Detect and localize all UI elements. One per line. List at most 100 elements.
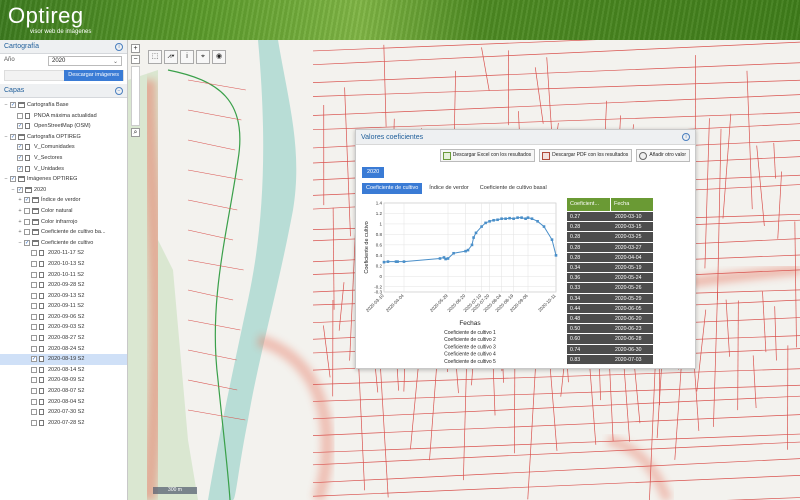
capas-panel-header[interactable]: Capas − [0,84,127,98]
select-tool-icon[interactable]: ⬚ [148,50,162,64]
expand-icon[interactable]: + [17,227,23,237]
layer-checkbox[interactable] [31,345,37,352]
expand-icon[interactable]: + [17,195,23,205]
layer-checkbox[interactable]: ✓ [10,133,16,140]
collapse-icon[interactable]: − [10,185,16,195]
layer-checkbox[interactable]: ✓ [17,123,23,130]
year-tab-2020[interactable]: 2020 [362,167,385,178]
layer-checkbox[interactable] [24,229,30,236]
info-icon[interactable]: i [682,133,690,141]
table-row[interactable]: 0.74 2020-06-30 [567,343,653,354]
layer-checkbox[interactable]: ✓ [17,144,23,151]
layer-checkbox[interactable]: ✓ [17,165,23,172]
table-row[interactable]: 0.44 2020-06-05 [567,302,653,313]
layer-item[interactable]: 2020-10-11 S2 [0,270,127,281]
expand-icon[interactable]: + [17,217,23,227]
layer-checkbox[interactable] [31,271,37,278]
info-tool-icon[interactable]: i [180,50,194,64]
layer-checkbox[interactable] [31,260,37,267]
layer-checkbox[interactable] [31,313,37,320]
table-header-coeficiente[interactable]: Coeficient... [567,198,610,211]
layer-checkbox[interactable] [31,377,37,384]
layer-item[interactable]: ✓ V_Sectores [0,153,127,164]
add-value-button[interactable]: Añadir otro valor [636,149,690,162]
layer-checkbox[interactable] [31,324,37,331]
table-row[interactable]: 0.60 2020-06-28 [567,333,653,344]
year-select[interactable]: 2020 ⌄ [48,56,122,66]
layer-checkbox[interactable] [31,250,37,257]
layer-item[interactable]: 2020-09-28 S2 [0,280,127,291]
layer-item[interactable]: 2020-08-04 S2 [0,397,127,408]
table-row[interactable]: 0.34 2020-05-19 [567,262,653,273]
table-header-fecha[interactable]: Fecha [610,198,653,211]
locate-tool-icon[interactable]: ⌖ [196,50,210,64]
tab-indice-verdor[interactable]: Índice de verdor [425,183,472,194]
layer-item[interactable]: ✓ V_Comunidades [0,142,127,153]
table-row[interactable]: 0.28 2020-04-04 [567,251,653,262]
layer-item[interactable]: − ✓ Coeficiente de cultivo [0,238,127,249]
info-icon[interactable]: i [115,43,123,51]
table-row[interactable]: 0.28 2020-03-27 [567,241,653,252]
layer-item[interactable]: 2020-09-03 S2 [0,322,127,333]
layer-item[interactable]: + Coeficiente de cultivo ba... [0,227,127,238]
layer-checkbox[interactable]: ✓ [17,154,23,161]
layer-item[interactable]: − ✓ 2020 [0,185,127,196]
layer-checkbox[interactable] [31,366,37,373]
layer-item[interactable]: 2020-08-14 S2 [0,365,127,376]
layer-item[interactable]: 2020-09-13 S2 [0,291,127,302]
collapse-icon[interactable]: − [3,100,9,110]
layer-checkbox[interactable] [31,292,37,299]
layer-item[interactable]: 2020-08-24 S2 [0,344,127,355]
collapse-icon[interactable]: − [3,132,9,142]
layer-item[interactable]: 2020-08-09 S2 [0,375,127,386]
layer-item[interactable]: 2020-10-13 S2 [0,259,127,270]
layer-item[interactable]: 2020-08-07 S2 [0,386,127,397]
layer-item[interactable]: + ✓ Índice de verdor [0,195,127,206]
layer-item[interactable]: 2020-07-28 S2 [0,418,127,429]
collapse-icon[interactable]: − [3,174,9,184]
layer-item[interactable]: PNOA máxima actualidad [0,111,127,122]
layer-item[interactable]: 2020-08-27 S2 [0,333,127,344]
app-logo[interactable]: Optireg [8,3,84,29]
layer-checkbox[interactable] [24,218,30,225]
layer-checkbox[interactable] [31,419,37,426]
dialog-header[interactable]: Valores coeficientes i [356,130,695,145]
table-row[interactable]: 0.48 2020-06-20 [567,313,653,324]
zoom-out-button[interactable]: − [131,55,140,64]
download-excel-button[interactable]: Descargar Excel con los resultados [439,149,536,162]
layer-item[interactable]: − ✓ Imágenes OPTIREG [0,174,127,185]
collapse-icon[interactable]: − [115,87,123,95]
layer-item[interactable]: 2020-09-06 S2 [0,312,127,323]
collapse-icon[interactable]: − [17,238,23,248]
layer-checkbox[interactable] [24,207,30,214]
table-row[interactable]: 0.83 2020-07-03 [567,353,653,364]
cartografia-panel-header[interactable]: Cartografía i [0,40,127,54]
layer-checkbox[interactable] [31,335,37,342]
zoom-in-button[interactable]: + [131,44,140,53]
layer-item[interactable]: ✓ OpenStreetMap (OSM) [0,121,127,132]
layer-checkbox[interactable] [31,398,37,405]
layer-item[interactable]: + Color natural [0,206,127,217]
download-pdf-button[interactable]: Descargar PDF con los resultados [539,149,633,162]
layer-checkbox[interactable] [31,303,37,310]
expand-icon[interactable]: + [17,206,23,216]
table-row[interactable]: 0.28 2020-03-15 [567,221,653,232]
layer-checkbox[interactable]: ✓ [10,176,16,183]
layer-checkbox[interactable]: ✓ [10,102,16,108]
tab-coeficiente-cultivo-basal[interactable]: Coeficiente de cultivo basal [476,183,551,194]
layer-item[interactable]: − ✓ Cartografía Base [0,100,127,111]
table-row[interactable]: 0.33 2020-05-26 [567,282,653,293]
layer-item[interactable]: 2020-11-17 S2 [0,248,127,259]
table-row[interactable]: 0.36 2020-05-24 [567,272,653,283]
table-row[interactable]: 0.34 2020-05-29 [567,292,653,303]
search-icon[interactable]: ⌕ [131,128,140,137]
download-images-button[interactable]: Descargar imágenes [64,70,123,81]
layer-checkbox[interactable]: ✓ [24,239,30,246]
zoom-slider[interactable] [131,66,140,126]
layer-checkbox[interactable] [31,282,37,289]
layer-checkbox[interactable]: ✓ [31,356,37,363]
layer-item[interactable]: − ✓ Cartografía OPTIREG [0,132,127,143]
layer-item[interactable]: ✓ 2020-08-19 S2 [0,354,127,365]
layer-checkbox[interactable] [31,388,37,395]
table-row[interactable]: 0.50 2020-06-23 [567,323,653,334]
